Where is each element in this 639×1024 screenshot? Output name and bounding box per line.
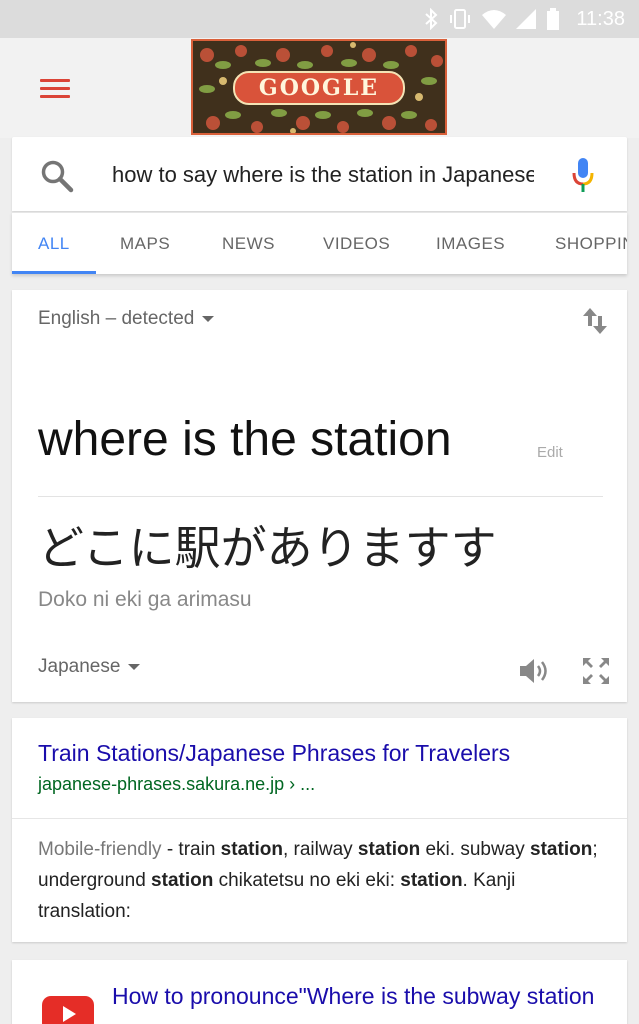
source-language-label: English – detected (38, 308, 195, 329)
fullscreen-icon[interactable] (581, 656, 611, 686)
tab-news[interactable]: NEWS (222, 213, 275, 274)
video-result-title-link[interactable]: How to pronounce"Where is the subway sta… (112, 982, 602, 1010)
speaker-icon[interactable] (518, 656, 550, 686)
translated-text: どこに駅がありますす (38, 521, 497, 575)
tab-maps[interactable]: MAPS (120, 213, 170, 274)
hamburger-menu-icon[interactable] (40, 77, 72, 101)
video-result-card: How to pronounce"Where is the subway sta… (12, 960, 627, 1024)
active-tab-indicator (12, 271, 96, 274)
status-bar: 11:38 (0, 0, 639, 38)
swap-languages-icon[interactable] (580, 304, 610, 338)
tab-shopping[interactable]: SHOPPING (555, 213, 627, 274)
battery-icon (547, 8, 560, 30)
snippet-highlight: station (530, 839, 593, 860)
source-text: where is the station (38, 413, 452, 466)
youtube-icon (42, 996, 94, 1024)
snippet-text: - train (161, 839, 221, 860)
snippet-text: , railway (282, 839, 358, 860)
microphone-icon[interactable] (572, 157, 594, 193)
romanization-text: Doko ni eki ga arimasu (38, 588, 252, 611)
tab-videos[interactable]: VIDEOS (323, 213, 390, 274)
snippet-highlight: station (357, 839, 421, 860)
target-language-select[interactable]: Japanese (38, 656, 141, 678)
tab-images[interactable]: IMAGES (436, 213, 505, 274)
status-time: 11:38 (576, 7, 625, 30)
snippet-text: eki. subway (420, 839, 531, 860)
translation-divider (38, 496, 603, 497)
header: GOOGLE (0, 38, 639, 138)
result-url[interactable]: japanese-phrases.sakura.ne.jp › ... (38, 774, 315, 795)
snippet-highlight: station (151, 870, 214, 891)
chevron-down-icon (202, 315, 215, 322)
chevron-down-icon (128, 663, 141, 670)
translate-card: English – detected where is the station … (12, 290, 627, 702)
doodle-wordmark: GOOGLE (233, 71, 405, 105)
search-icon[interactable] (40, 159, 74, 193)
result-snippet: Mobile-friendly - train station, railway… (38, 834, 603, 927)
snippet-text: chikatetsu no eki eki: (213, 870, 401, 891)
snippet-highlight: station (400, 870, 463, 891)
status-icons: 11:38 (424, 6, 625, 32)
vibrate-icon (450, 9, 471, 29)
result-title-link[interactable]: Train Stations/Japanese Phrases for Trav… (38, 740, 510, 767)
wifi-icon (482, 10, 507, 29)
tab-all[interactable]: ALL (38, 213, 70, 274)
snippet-highlight: station (220, 839, 283, 860)
google-doodle[interactable]: GOOGLE (191, 39, 447, 135)
search-result-card: Train Stations/Japanese Phrases for Trav… (12, 718, 627, 942)
target-language-label: Japanese (38, 656, 121, 677)
mobile-friendly-label: Mobile-friendly (38, 839, 162, 860)
bluetooth-icon (425, 8, 438, 30)
result-divider (12, 818, 627, 819)
signal-icon (516, 9, 537, 29)
search-input[interactable]: how to say where is the station in Japan… (112, 159, 534, 191)
source-language-select[interactable]: English – detected (38, 308, 215, 330)
search-tabs: ALL MAPS NEWS VIDEOS IMAGES SHOPPING (12, 212, 627, 274)
edit-link[interactable]: Edit (537, 444, 563, 461)
search-box[interactable]: how to say where is the station in Japan… (12, 137, 627, 211)
